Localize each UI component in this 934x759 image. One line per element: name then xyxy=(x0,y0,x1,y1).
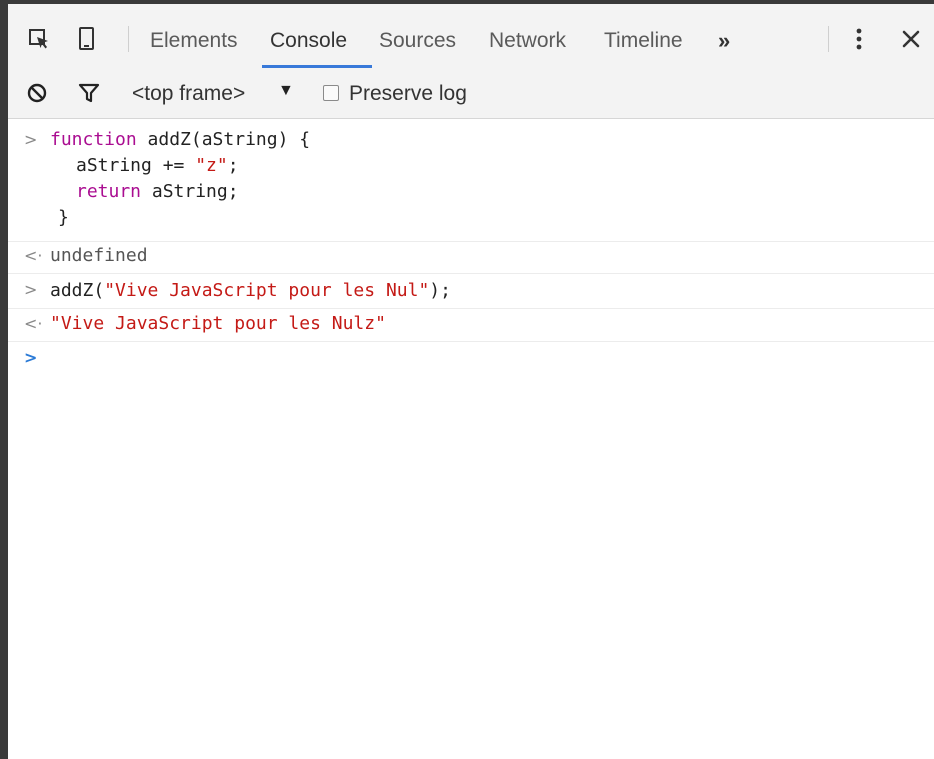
console-input-entry: > function addZ(aString) { aString += "z… xyxy=(8,119,934,242)
code-line: aString += "z"; xyxy=(76,155,239,176)
code-line: } xyxy=(58,207,69,228)
console-prompt-line[interactable]: > xyxy=(8,342,934,376)
active-prompt-icon: > xyxy=(24,348,38,367)
console-result-entry: <· "Vive JavaScript pour les Nulz" xyxy=(8,309,934,342)
tab-timeline[interactable]: Timeline xyxy=(604,29,683,65)
console-output[interactable]: > function addZ(aString) { aString += "z… xyxy=(8,119,934,759)
device-mode-icon[interactable] xyxy=(72,24,102,54)
frame-selector[interactable]: <top frame> xyxy=(132,82,245,106)
result-value: undefined xyxy=(50,245,148,266)
tab-elements[interactable]: Elements xyxy=(150,29,238,65)
preserve-log-checkbox[interactable] xyxy=(323,85,339,101)
code-line: return aString; xyxy=(76,181,239,202)
input-prompt-icon: > xyxy=(24,130,38,149)
inspect-element-icon[interactable] xyxy=(24,24,54,54)
devtools-tab-bar: Elements Console Sources Network Timelin… xyxy=(8,4,934,69)
code-line: addZ("Vive JavaScript pour les Nul"); xyxy=(50,280,451,301)
filter-icon[interactable] xyxy=(76,80,102,106)
result-arrow-icon: <· xyxy=(24,314,43,333)
result-arrow-icon: <· xyxy=(24,246,43,265)
more-tabs-button[interactable]: » xyxy=(718,28,730,54)
tab-sources[interactable]: Sources xyxy=(379,29,456,65)
toolbar-divider xyxy=(828,26,829,52)
console-input-entry: > addZ("Vive JavaScript pour les Nul"); xyxy=(8,274,934,309)
chevron-down-icon[interactable]: ▼ xyxy=(278,82,294,100)
input-prompt-icon: > xyxy=(24,280,38,299)
console-toolbar: <top frame> ▼ Preserve log xyxy=(8,68,934,119)
close-icon[interactable] xyxy=(896,24,926,54)
clear-console-icon[interactable] xyxy=(24,80,50,106)
devtools-panel: Elements Console Sources Network Timelin… xyxy=(0,0,934,759)
tab-console[interactable]: Console xyxy=(270,29,347,65)
tab-network[interactable]: Network xyxy=(489,29,566,65)
preserve-log-label[interactable]: Preserve log xyxy=(349,82,467,106)
code-line: function addZ(aString) { xyxy=(50,129,311,150)
more-vertical-icon[interactable] xyxy=(844,24,874,54)
result-value: "Vive JavaScript pour les Nulz" xyxy=(50,313,386,334)
toolbar-divider xyxy=(128,26,129,52)
console-result-entry: <· undefined xyxy=(8,241,934,274)
